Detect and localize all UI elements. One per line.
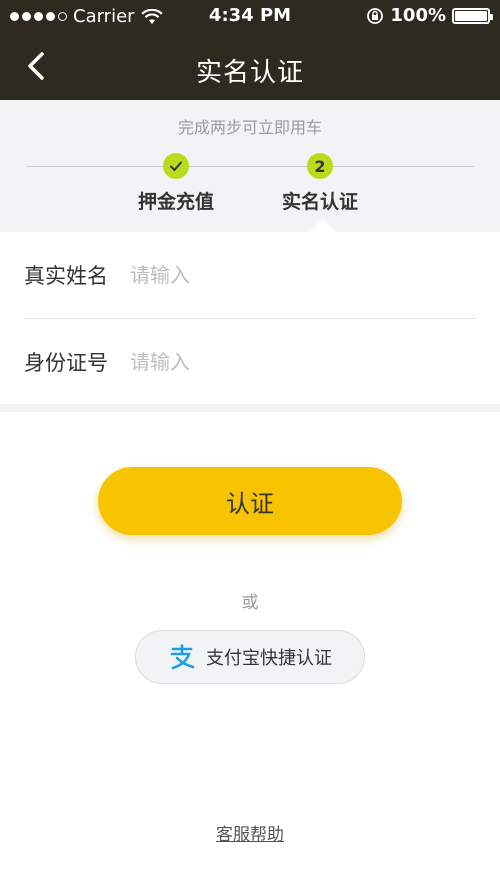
battery-percent: 100% [390,5,446,26]
section-gap [0,404,500,412]
battery-icon [452,7,493,24]
current-step-pointer [310,219,336,232]
step-2-label: 实名认证 [281,191,358,213]
orientation-lock-icon [367,7,384,24]
status-bar: Carrier 4:34 PM 100% [0,0,500,32]
top-bar: Carrier 4:34 PM 100% 实名认证 [0,0,500,100]
alipay-verify-label: 支付宝快捷认证 [206,648,332,669]
name-input[interactable] [128,262,432,288]
page-title: 实名认证 [195,58,304,88]
status-right: 100% [366,5,493,26]
step-2-marker: 2 [307,153,333,179]
alipay-icon [170,644,195,670]
name-label: 真实姓名 [24,264,108,288]
check-icon [170,161,182,171]
customer-service-link[interactable]: 客服帮助 [216,825,284,845]
step-track [26,166,474,167]
or-separator: 或 [241,593,259,613]
nav-bar: 实名认证 [0,32,500,100]
step-progress: 完成两步可立即用车 押金充值 2 实名认证 [0,100,500,232]
help-section: 客服帮助 [0,820,500,845]
step-2-number: 2 [314,156,326,176]
id-row: 身份证号 [24,319,476,405]
name-row: 真实姓名 [24,232,476,318]
step-hint: 完成两步可立即用车 [177,118,322,137]
identity-form: 真实姓名 身份证号 [0,232,500,404]
step-1-marker [163,153,189,179]
verify-button[interactable]: 认证 [98,467,402,535]
id-label: 身份证号 [24,351,108,375]
step-1-label: 押金充值 [137,191,214,213]
id-number-input[interactable] [128,349,432,375]
alipay-verify-button[interactable]: 支付宝快捷认证 [135,630,365,684]
